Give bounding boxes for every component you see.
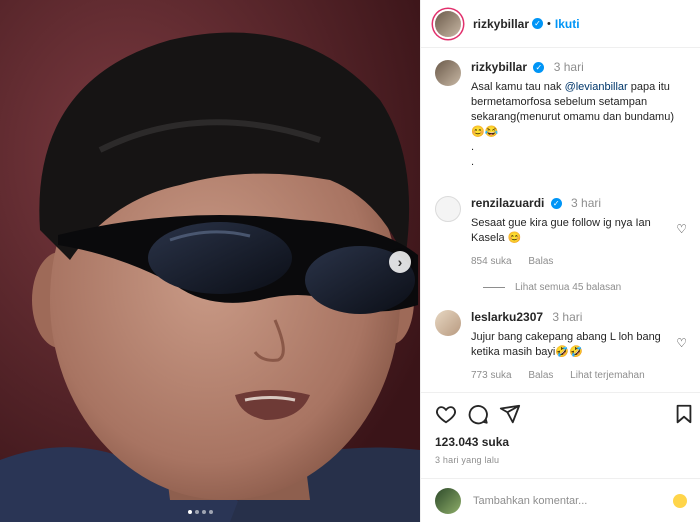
verified-icon: ✓ bbox=[550, 198, 562, 210]
likes-count[interactable]: 123.043 suka bbox=[435, 435, 687, 449]
chevron-right-icon[interactable]: › bbox=[389, 251, 411, 273]
carousel-dot bbox=[195, 510, 199, 514]
caption-text: Asal kamu tau nak @levianbillar papa itu… bbox=[471, 80, 681, 170]
carousel-dot bbox=[202, 510, 206, 514]
translate-button[interactable]: Lihat terjemahan bbox=[570, 370, 645, 381]
follow-button[interactable]: Ikuti bbox=[555, 17, 580, 31]
separator: • bbox=[547, 17, 551, 30]
comment-item: renzilazuardi ✓ 3 hari Sesaat gue kira g… bbox=[435, 196, 681, 267]
comments-list[interactable]: rizkybillar ✓ 3 hari Asal kamu tau nak @… bbox=[421, 48, 700, 390]
bookmark-icon[interactable] bbox=[673, 403, 695, 425]
post-actions: 123.043 suka 3 hari yang lalu bbox=[421, 392, 700, 465]
comment-username[interactable]: leslarku2307 bbox=[471, 310, 543, 324]
post-header: rizkybillar ✓ • Ikuti bbox=[421, 0, 700, 48]
caption-username[interactable]: rizkybillar bbox=[471, 60, 527, 74]
comment-username[interactable]: renzilazuardi bbox=[471, 196, 544, 210]
share-icon[interactable] bbox=[499, 403, 521, 425]
carousel-dots bbox=[188, 510, 213, 514]
replies-divider bbox=[483, 287, 505, 288]
avatar[interactable] bbox=[435, 60, 461, 86]
carousel-dot bbox=[209, 510, 213, 514]
carousel-dot bbox=[188, 510, 192, 514]
comment-item: leslarku2307 3 hari Jujur bang cakepang … bbox=[435, 310, 681, 381]
heart-icon[interactable]: ♡ bbox=[676, 336, 687, 350]
post-photo[interactable]: › bbox=[0, 0, 420, 522]
post-username[interactable]: rizkybillar bbox=[473, 17, 529, 31]
avatar[interactable] bbox=[435, 310, 461, 336]
verified-icon: ✓ bbox=[533, 62, 545, 74]
emoji-icon[interactable] bbox=[673, 493, 687, 508]
comment-text: Sesaat gue kira gue follow ig nya Ian Ka… bbox=[471, 217, 651, 244]
view-replies-label: Lihat semua 45 balasan bbox=[515, 282, 622, 293]
heart-icon[interactable]: ♡ bbox=[676, 222, 687, 236]
avatar bbox=[435, 487, 461, 514]
post-side-panel: rizkybillar ✓ • Ikuti rizkybillar ✓ 3 ha… bbox=[420, 0, 700, 522]
boy-sunglasses-photo bbox=[0, 0, 420, 522]
avatar[interactable] bbox=[435, 196, 461, 222]
heart-icon[interactable] bbox=[435, 403, 457, 425]
comment-text: Jujur bang cakepang abang L loh bang ket… bbox=[471, 331, 661, 358]
caption-text-prefix: Asal kamu tau nak bbox=[471, 81, 565, 93]
post-date: 3 hari yang lalu bbox=[435, 455, 500, 465]
add-comment-bar bbox=[421, 478, 700, 522]
caption: rizkybillar ✓ 3 hari Asal kamu tau nak @… bbox=[435, 60, 681, 170]
avatar[interactable] bbox=[435, 10, 461, 37]
comment-time[interactable]: 3 hari bbox=[552, 310, 582, 324]
verified-icon: ✓ bbox=[532, 18, 544, 29]
caption-time[interactable]: 3 hari bbox=[554, 60, 584, 74]
comment-time[interactable]: 3 hari bbox=[571, 196, 601, 210]
view-replies-button[interactable]: Lihat semua 45 balasan bbox=[483, 282, 621, 293]
comment-icon[interactable] bbox=[467, 403, 489, 425]
caption-dots: . . bbox=[471, 141, 475, 168]
caption-mention-link[interactable]: @levianbillar bbox=[565, 81, 628, 93]
reply-button[interactable]: Balas bbox=[528, 370, 553, 381]
comment-likes[interactable]: 773 suka bbox=[471, 370, 512, 381]
reply-button[interactable]: Balas bbox=[528, 256, 553, 267]
comment-input[interactable] bbox=[473, 494, 643, 507]
comment-likes[interactable]: 854 suka bbox=[471, 256, 512, 267]
